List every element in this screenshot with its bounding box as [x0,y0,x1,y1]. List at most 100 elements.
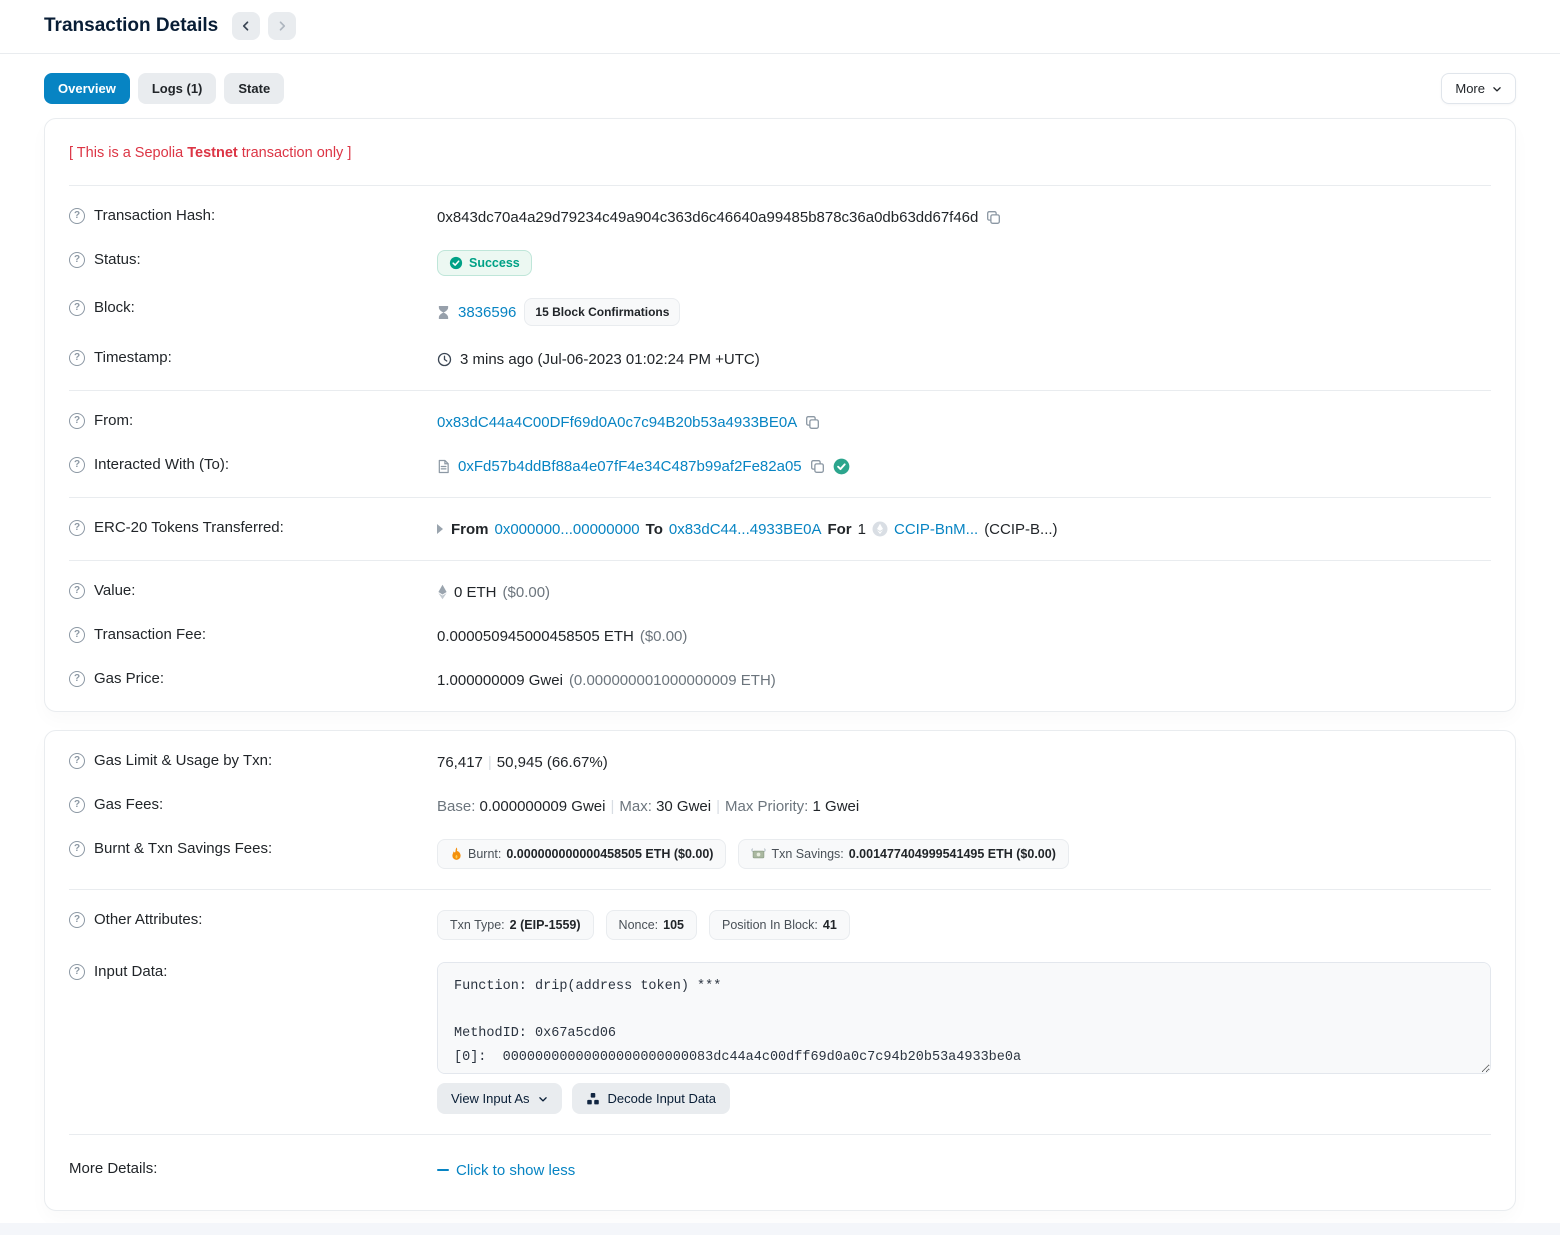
from-address-link[interactable]: 0x83dC44a4C00DFf69d0A0c7c94B20b53a4933BE… [437,414,797,431]
help-icon[interactable]: ? [69,457,85,473]
block-confirmations-badge: 15 Block Confirmations [524,298,680,326]
copy-icon[interactable] [805,415,820,430]
row-label-text: Transaction Fee: [94,626,206,643]
previous-transaction-button[interactable] [232,12,260,40]
gas-price-eth: (0.000000001000000009 ETH) [569,672,776,689]
burnt-fees-badge: Burnt: 0.000000000000458505 ETH ($0.00) [437,839,726,869]
details-card: ? Gas Limit & Usage by Txn: 76,417 | 50,… [44,730,1516,1211]
input-data-textarea[interactable]: Function: drip(address token) *** Method… [437,962,1491,1074]
page-header: Transaction Details [44,0,1516,53]
row-interacted-with: ? Interacted With (To): 0xFd57b4ddBf88a4… [69,444,1491,488]
help-icon[interactable]: ? [69,413,85,429]
help-icon[interactable]: ? [69,520,85,536]
row-input-data: ? Input Data: Function: drip(address tok… [69,951,1491,1125]
row-label-text: Gas Limit & Usage by Txn: [94,752,272,769]
token-ticker: (CCIP-B...) [984,521,1057,538]
txn-savings-value: 0.001477404999541495 ETH ($0.00) [849,847,1056,861]
txn-type-value: 2 (EIP-1559) [510,918,581,932]
row-label-text: Interacted With (To): [94,456,229,473]
fee-usd: ($0.00) [640,628,688,645]
row-gas-fees: ? Gas Fees: Base: 0.000000009 Gwei | Max… [69,784,1491,828]
row-label-text: More Details: [69,1160,157,1177]
help-icon[interactable]: ? [69,797,85,813]
minus-icon [437,1169,449,1171]
txn-type-badge: Txn Type: 2 (EIP-1559) [437,910,594,940]
block-number-link[interactable]: 3836596 [458,304,516,321]
row-label-text: Transaction Hash: [94,207,215,224]
help-icon[interactable]: ? [69,208,85,224]
help-icon[interactable]: ? [69,671,85,687]
tab-logs[interactable]: Logs (1) [138,73,217,104]
page-title: Transaction Details [44,15,218,37]
row-block: ? Block: 3836596 15 Block Confirmations [69,287,1491,337]
erc20-amount: 1 [858,521,866,538]
row-transaction-fee: ? Transaction Fee: 0.000050945000458505 … [69,614,1491,658]
row-label-text: Input Data: [94,963,167,980]
copy-icon[interactable] [986,210,1001,225]
transaction-details-page: Transaction Details [0,0,1560,53]
testnet-notice: [ This is a Sepolia Testnet transaction … [69,128,1491,176]
timestamp-value: 3 mins ago (Jul-06-2023 01:02:24 PM +UTC… [460,351,760,368]
erc20-from-address-link[interactable]: 0x000000...00000000 [495,521,640,538]
burnt-fees-value: 0.000000000000458505 ETH ($0.00) [506,847,713,861]
clock-icon [437,352,452,367]
erc20-to-address-link[interactable]: 0x83dC44...4933BE0A [669,521,822,538]
transaction-hash-value: 0x843dc70a4a29d79234c49a904c363d6c46640a… [437,209,978,226]
row-other-attributes: ? Other Attributes: Txn Type: 2 (EIP-155… [69,899,1491,951]
more-dropdown-button[interactable]: More [1441,73,1516,104]
help-icon[interactable]: ? [69,753,85,769]
chevron-left-icon [240,20,252,32]
view-input-as-button[interactable]: View Input As [437,1083,562,1114]
decode-input-data-button[interactable]: Decode Input Data [572,1083,730,1114]
row-gas-limit-usage: ? Gas Limit & Usage by Txn: 76,417 | 50,… [69,740,1491,784]
help-icon[interactable]: ? [69,841,85,857]
fire-icon [450,847,463,861]
copy-icon[interactable] [810,459,825,474]
caret-right-icon[interactable] [437,524,443,534]
row-from: ? From: 0x83dC44a4C00DFf69d0A0c7c94B20b5… [69,400,1491,444]
row-label-text: Value: [94,582,135,599]
show-less-link[interactable]: Click to show less [437,1162,575,1179]
status-badge: Success [437,250,532,276]
contract-file-icon [437,459,450,474]
next-transaction-button[interactable] [268,12,296,40]
row-label-text: Block: [94,299,135,316]
nonce-badge: Nonce: 105 [606,910,697,940]
help-icon[interactable]: ? [69,964,85,980]
help-icon[interactable]: ? [69,627,85,643]
row-burnt-savings: ? Burnt & Txn Savings Fees: Burnt: 0.000… [69,828,1491,880]
row-transaction-hash: ? Transaction Hash: 0x843dc70a4a29d79234… [69,195,1491,239]
verified-check-icon [833,458,850,475]
row-more-details: More Details: Click to show less [69,1144,1491,1201]
help-icon[interactable]: ? [69,583,85,599]
row-label-text: Status: [94,251,141,268]
row-label-text: Timestamp: [94,349,172,366]
cubes-icon [586,1092,600,1106]
gas-price-gwei: 1.000000009 Gwei [437,672,563,689]
tab-overview[interactable]: Overview [44,73,130,104]
txn-savings-badge: Txn Savings: 0.001477404999541495 ETH ($… [738,839,1068,869]
help-icon[interactable]: ? [69,912,85,928]
tab-state[interactable]: State [224,73,284,104]
to-address-link[interactable]: 0xFd57b4ddBf88a4e07fF4e34C487b99af2Fe82a… [458,458,802,475]
row-label-text: ERC-20 Tokens Transferred: [94,519,284,536]
row-label-text: Burnt & Txn Savings Fees: [94,840,272,857]
help-icon[interactable]: ? [69,350,85,366]
money-wings-icon [751,848,766,861]
hourglass-icon [437,305,450,320]
page-footer-strip [0,1223,1560,1235]
chevron-down-icon [1492,84,1502,94]
row-label-text: From: [94,412,133,429]
gas-usage: 50,945 (66.67%) [497,754,608,771]
value-usd: ($0.00) [503,584,551,601]
help-icon[interactable]: ? [69,300,85,316]
row-gas-price: ? Gas Price: 1.000000009 Gwei (0.0000000… [69,658,1491,702]
token-name-link[interactable]: CCIP-BnM... [894,521,978,538]
help-icon[interactable]: ? [69,252,85,268]
tab-bar: Overview Logs (1) State More [44,73,1516,104]
fee-amount: 0.000050945000458505 ETH [437,628,634,645]
check-circle-icon [449,256,463,270]
row-value: ? Value: 0 ETH ($0.00) [69,570,1491,614]
position-in-block-badge: Position In Block: 41 [709,910,850,940]
token-icon [872,521,888,537]
